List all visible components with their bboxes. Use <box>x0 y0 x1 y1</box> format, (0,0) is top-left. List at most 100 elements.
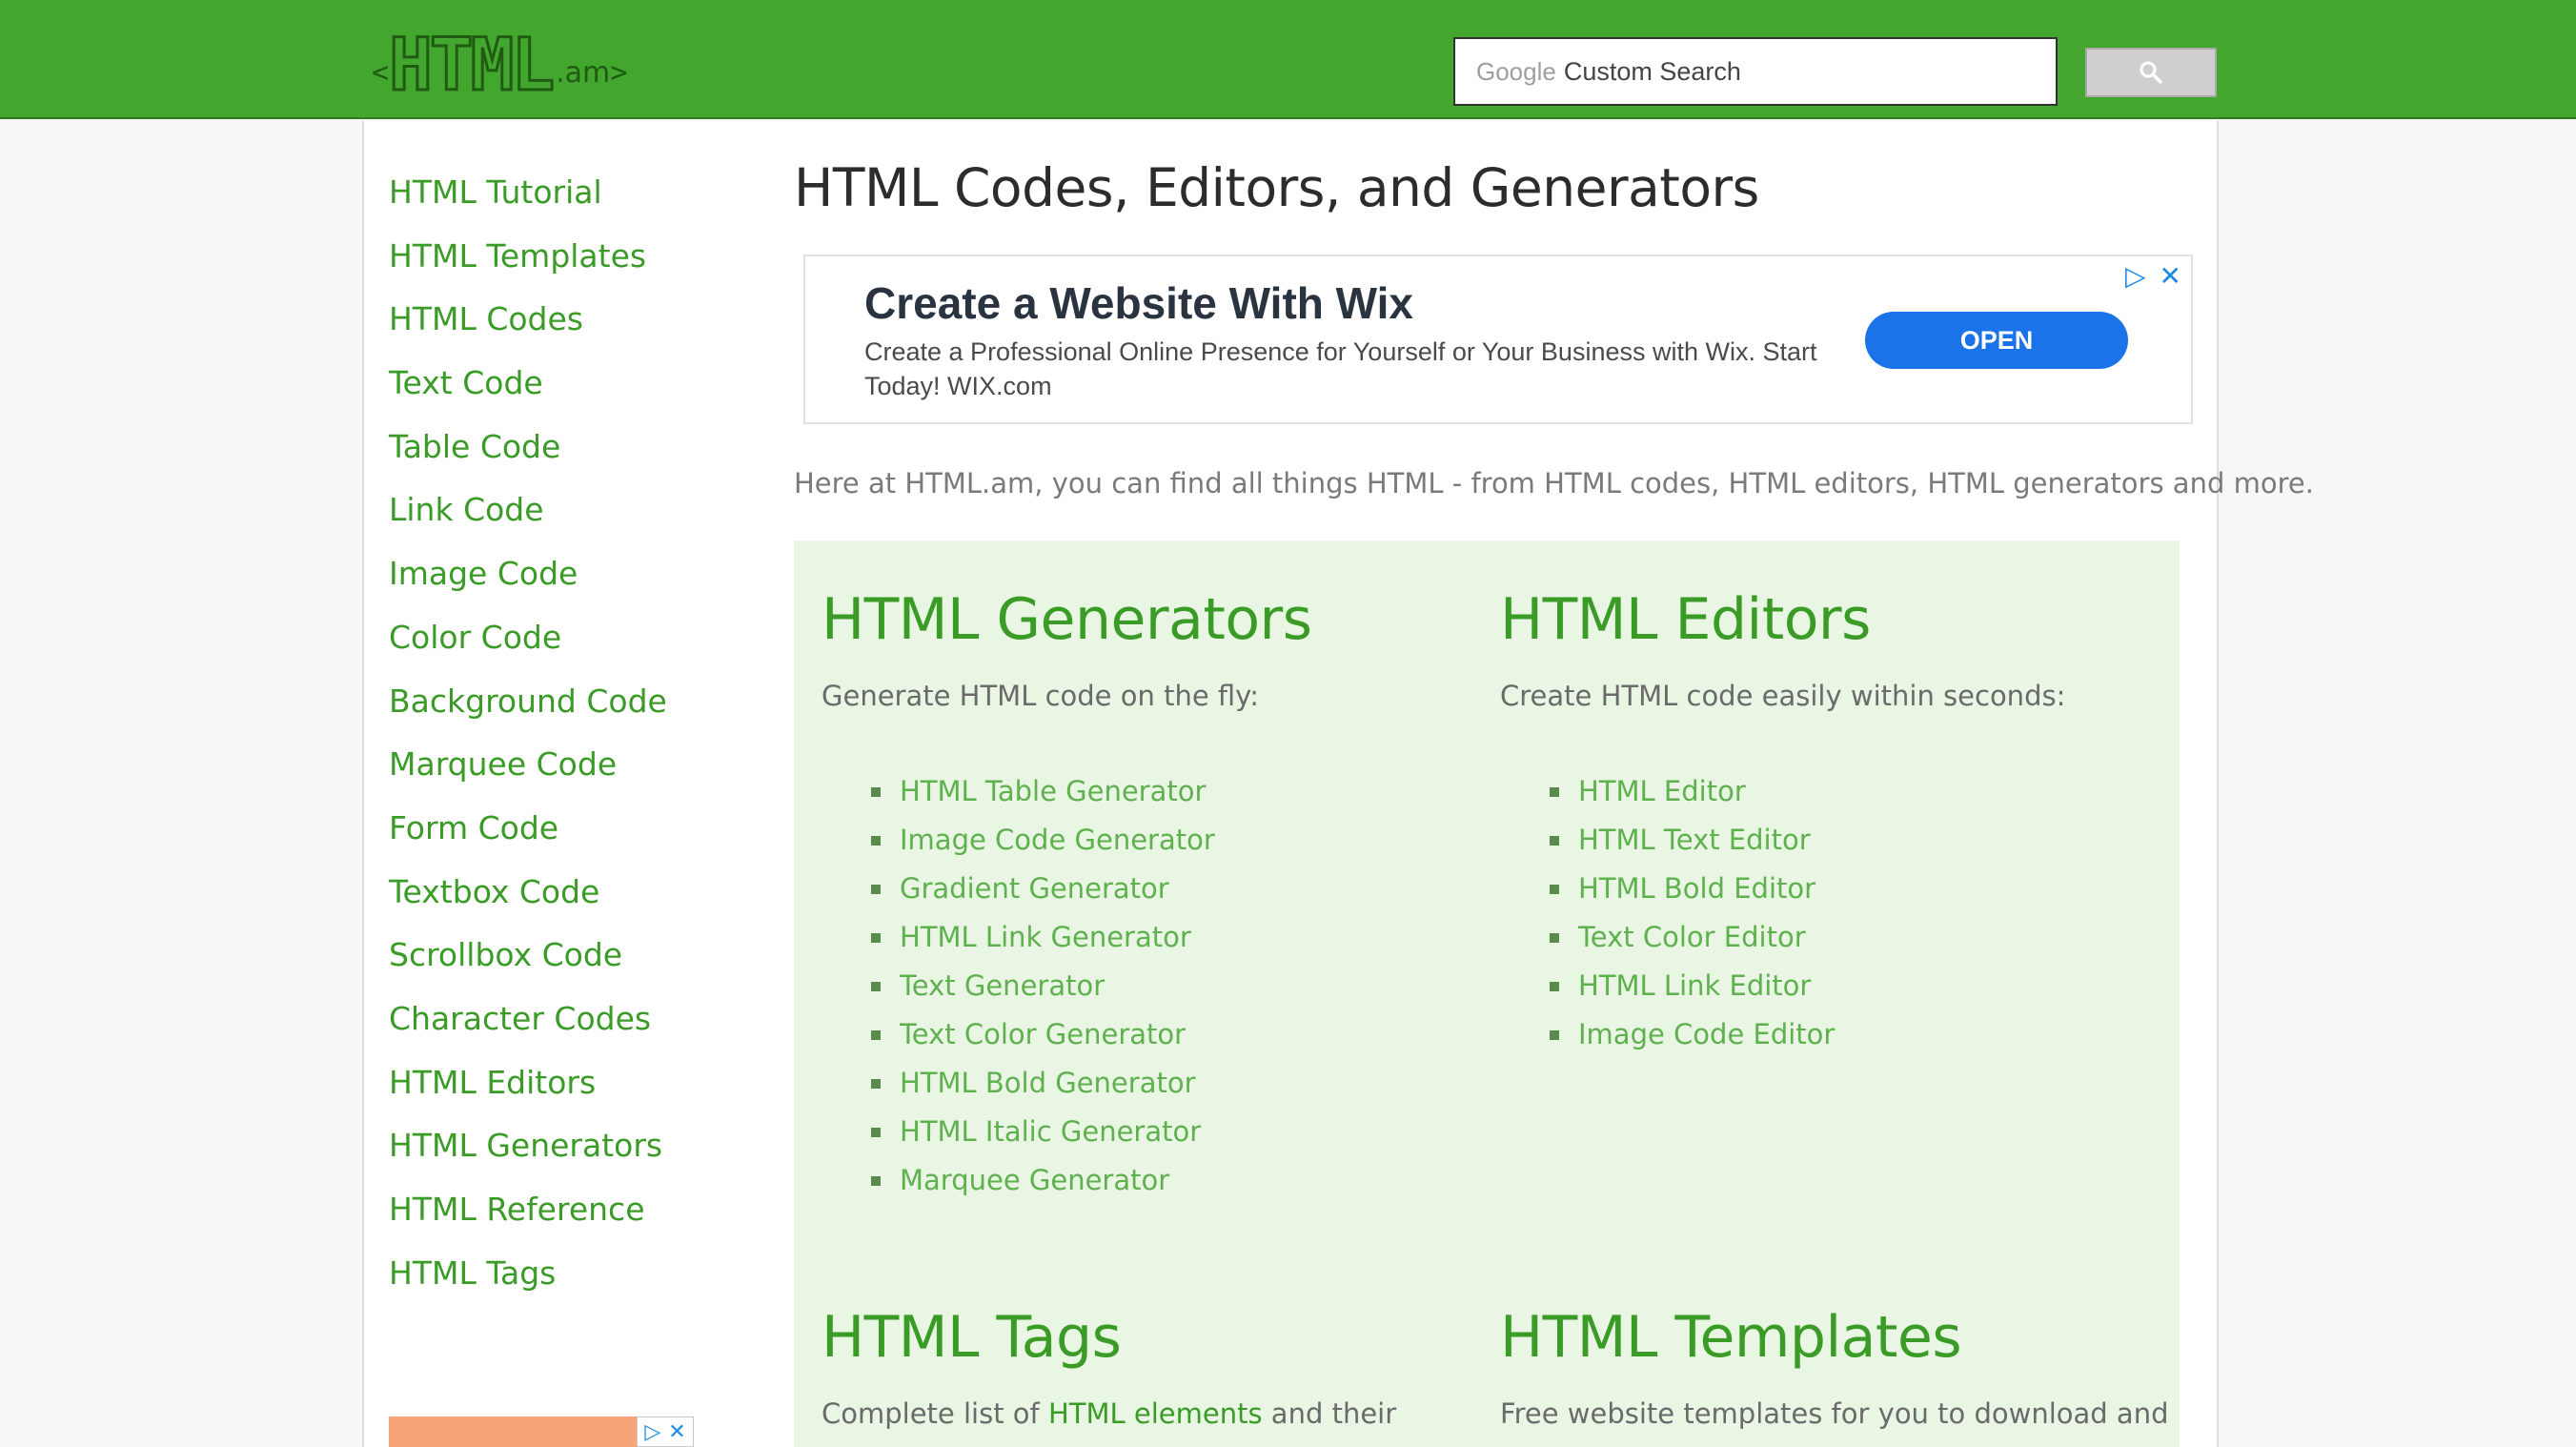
list-item-label[interactable]: HTML Bold Generator <box>900 1059 1196 1108</box>
bullet-icon <box>1550 1029 1559 1040</box>
bullet-icon <box>871 932 881 943</box>
list-item-label[interactable]: Image Code Editor <box>1578 1010 1835 1059</box>
editors-heading[interactable]: HTML Editors <box>1500 586 2065 653</box>
sidebar-item-html-editors[interactable]: HTML Editors <box>389 1054 751 1118</box>
html-elements-link[interactable]: HTML elements <box>1048 1397 1263 1430</box>
top-bar: < HTML .am > Google Custom Search <box>0 0 2576 119</box>
logo-am: .am <box>556 56 611 90</box>
generators-heading[interactable]: HTML Generators <box>821 586 1312 653</box>
editors-section: HTML Editors Create HTML code easily wit… <box>1500 586 2065 1059</box>
list-item[interactable]: Gradient Generator <box>871 865 1311 913</box>
bullet-icon <box>871 1127 881 1137</box>
list-item[interactable]: HTML Bold Editor <box>1550 865 2065 913</box>
wix-ad[interactable]: Create a Website With Wix Create a Profe… <box>803 255 2193 424</box>
templates-subtitle: Free website templates for you to downlo… <box>1500 1397 2169 1430</box>
list-item[interactable]: Marquee Generator <box>871 1156 1311 1205</box>
bullet-icon <box>871 1175 881 1186</box>
logo-gt: > <box>610 56 628 90</box>
ad-description: Create a Professional Online Presence fo… <box>864 337 1817 400</box>
list-item-label[interactable]: Text Generator <box>900 962 1105 1010</box>
list-item-label[interactable]: HTML Table Generator <box>900 767 1206 816</box>
sidebar-item-html-tutorial[interactable]: HTML Tutorial <box>389 164 751 228</box>
tags-section: HTML Tags Complete list of HTML elements… <box>821 1304 1396 1430</box>
list-item-label[interactable]: HTML Link Editor <box>1578 962 1811 1010</box>
ad-choices[interactable]: ▷ ✕ <box>2125 260 2181 292</box>
sidebar-item-text-code[interactable]: Text Code <box>389 355 751 418</box>
sidebar-item-scrollbox-code[interactable]: Scrollbox Code <box>389 927 751 990</box>
bullet-icon <box>1550 884 1559 894</box>
bullet-icon <box>871 835 881 846</box>
google-brand-label: Google <box>1476 56 1556 86</box>
list-item-label[interactable]: Gradient Generator <box>900 865 1169 913</box>
sidebar-item-html-reference[interactable]: HTML Reference <box>389 1181 751 1245</box>
bullet-icon <box>1550 932 1559 943</box>
ad-open-button[interactable]: OPEN <box>1865 312 2128 369</box>
sidebar-ad-banner[interactable]: ▷ ✕ <box>389 1416 694 1447</box>
sidebar-item-character-codes[interactable]: Character Codes <box>389 990 751 1054</box>
sidebar-item-table-code[interactable]: Table Code <box>389 418 751 482</box>
sidebar-item-background-code[interactable]: Background Code <box>389 673 751 737</box>
ad-choices[interactable]: ▷ ✕ <box>637 1416 694 1447</box>
search-placeholder: Custom Search <box>1563 56 1741 86</box>
list-item-label[interactable]: Text Color Generator <box>900 1010 1186 1059</box>
sidebar-item-html-templates[interactable]: HTML Templates <box>389 228 751 292</box>
sidebar-item-textbox-code[interactable]: Textbox Code <box>389 864 751 927</box>
list-item-label[interactable]: Marquee Generator <box>900 1156 1169 1205</box>
sidebar-item-html-generators[interactable]: HTML Generators <box>389 1117 751 1181</box>
sidebar-item-html-tags[interactable]: HTML Tags <box>389 1245 751 1309</box>
generators-list: HTML Table Generator Image Code Generato… <box>821 767 1311 1205</box>
list-item-label[interactable]: HTML Editor <box>1578 767 1746 816</box>
list-item[interactable]: Text Color Generator <box>871 1010 1311 1059</box>
list-item-label[interactable]: HTML Italic Generator <box>900 1108 1201 1156</box>
tags-heading[interactable]: HTML Tags <box>821 1304 1396 1371</box>
list-item[interactable]: Text Color Editor <box>1550 913 2065 962</box>
bullet-icon <box>871 1029 881 1040</box>
list-item[interactable]: HTML Table Generator <box>871 767 1311 816</box>
list-item-label[interactable]: HTML Bold Editor <box>1578 865 1815 913</box>
bullet-icon <box>871 1078 881 1089</box>
logo-html: HTML <box>388 22 557 107</box>
tags-subtitle-pre: Complete list of <box>821 1397 1048 1430</box>
ad-headline[interactable]: Create a Website With Wix <box>864 277 1413 329</box>
editors-subtitle: Create HTML code easily within seconds: <box>1500 680 2066 712</box>
bullet-icon <box>871 981 881 991</box>
list-item[interactable]: HTML Link Generator <box>871 913 1311 962</box>
ad-choices-icon[interactable]: ▷ <box>2125 260 2146 292</box>
list-item[interactable]: HTML Italic Generator <box>871 1108 1311 1156</box>
search-icon <box>2140 61 2162 84</box>
list-item[interactable]: HTML Editor <box>1550 767 2065 816</box>
bullet-icon <box>1550 835 1559 846</box>
bullet-icon <box>1550 786 1559 797</box>
generators-subtitle: Generate HTML code on the fly: <box>821 680 1259 712</box>
site-logo[interactable]: < HTML .am > <box>372 17 628 107</box>
sidebar-item-image-code[interactable]: Image Code <box>389 545 751 609</box>
sidebar-item-form-code[interactable]: Form Code <box>389 800 751 864</box>
ad-close-icon[interactable]: ✕ <box>668 1420 685 1444</box>
editors-list: HTML Editor HTML Text Editor HTML Bold E… <box>1500 767 2065 1059</box>
list-item[interactable]: Image Code Generator <box>871 816 1311 865</box>
list-item-label[interactable]: HTML Link Generator <box>900 913 1191 962</box>
list-item[interactable]: HTML Bold Generator <box>871 1059 1311 1108</box>
list-item-label[interactable]: Text Color Editor <box>1578 913 1806 962</box>
list-item[interactable]: HTML Link Editor <box>1550 962 2065 1010</box>
search-input[interactable]: Google Custom Search <box>1453 37 2058 106</box>
ad-choices-icon[interactable]: ▷ <box>644 1420 660 1444</box>
sidebar-item-link-code[interactable]: Link Code <box>389 481 751 545</box>
sidebar-item-marquee-code[interactable]: Marquee Code <box>389 736 751 800</box>
templates-heading[interactable]: HTML Templates <box>1500 1304 2169 1371</box>
list-item[interactable]: Text Generator <box>871 962 1311 1010</box>
list-item-label[interactable]: Image Code Generator <box>900 816 1215 865</box>
search-button[interactable] <box>2085 48 2217 97</box>
list-item[interactable]: Image Code Editor <box>1550 1010 2065 1059</box>
sidebar-item-color-code[interactable]: Color Code <box>389 609 751 673</box>
generators-section: HTML Generators Generate HTML code on th… <box>821 586 1312 1205</box>
list-item[interactable]: HTML Text Editor <box>1550 816 2065 865</box>
bullet-icon <box>871 884 881 894</box>
sidebar-nav: HTML Tutorial HTML Templates HTML Codes … <box>389 164 751 1308</box>
bullet-icon <box>871 786 881 797</box>
ad-close-icon[interactable]: ✕ <box>2160 260 2181 292</box>
list-item-label[interactable]: HTML Text Editor <box>1578 816 1811 865</box>
bullet-icon <box>1550 981 1559 991</box>
intro-text: Here at HTML.am, you can find all things… <box>794 467 2314 499</box>
sidebar-item-html-codes[interactable]: HTML Codes <box>389 291 751 355</box>
